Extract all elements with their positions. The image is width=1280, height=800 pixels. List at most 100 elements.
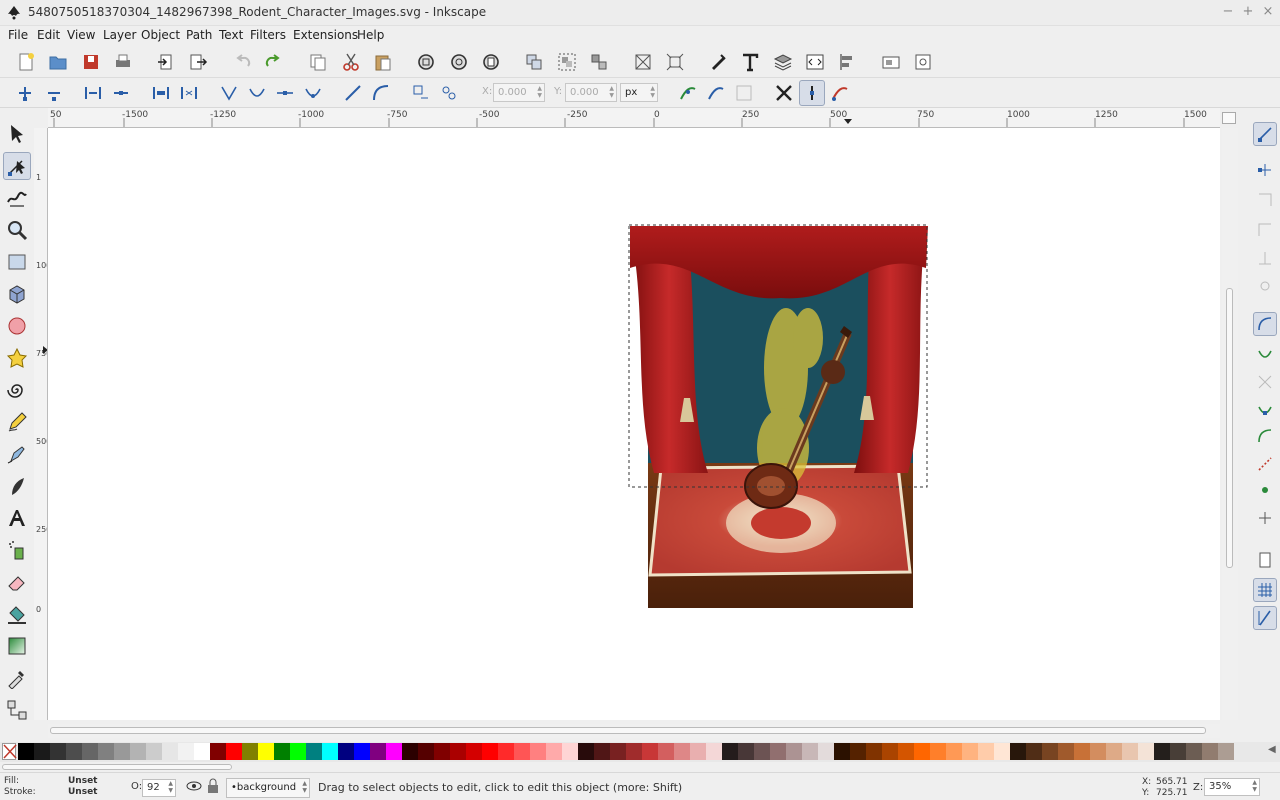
minimize-button[interactable]: − xyxy=(1219,3,1237,21)
snap-smooth-nodes-icon[interactable] xyxy=(1253,424,1277,448)
color-swatch[interactable] xyxy=(834,743,850,760)
vertical-scroll-thumb[interactable] xyxy=(1226,288,1233,568)
new-document-icon[interactable] xyxy=(13,49,39,75)
gradient-tool-icon[interactable] xyxy=(3,632,31,660)
align-distribute-icon[interactable] xyxy=(630,49,656,75)
show-transform-handles-icon[interactable] xyxy=(731,80,757,106)
color-swatch[interactable] xyxy=(338,743,354,760)
stroke-value[interactable]: Unset xyxy=(68,787,97,797)
color-swatch[interactable] xyxy=(482,743,498,760)
color-swatch[interactable] xyxy=(50,743,66,760)
pen-tool-icon[interactable] xyxy=(3,440,31,468)
calligraphy-tool-icon[interactable] xyxy=(3,472,31,500)
symmetric-node-icon[interactable] xyxy=(272,80,298,106)
open-document-icon[interactable] xyxy=(45,49,71,75)
color-swatch[interactable] xyxy=(514,743,530,760)
color-swatch[interactable] xyxy=(1138,743,1154,760)
snap-bbox-centers-icon[interactable] xyxy=(1253,274,1277,298)
x-coordinate-field[interactable]: 0.000 ▲ ▼ xyxy=(493,83,545,102)
tweak-tool-icon[interactable] xyxy=(3,184,31,212)
visibility-eye-icon[interactable] xyxy=(186,779,202,796)
stroke-to-path-icon[interactable] xyxy=(436,80,462,106)
color-swatch[interactable] xyxy=(690,743,706,760)
dropper-tool-icon[interactable] xyxy=(3,664,31,692)
snap-bbox-corners-icon[interactable] xyxy=(1253,218,1277,242)
color-swatch[interactable] xyxy=(66,743,82,760)
color-swatch[interactable] xyxy=(1042,743,1058,760)
zoom-drawing-icon[interactable] xyxy=(446,49,472,75)
cut-icon[interactable] xyxy=(338,49,364,75)
color-swatch[interactable] xyxy=(786,743,802,760)
color-swatch[interactable] xyxy=(674,743,690,760)
color-swatch[interactable] xyxy=(1218,743,1234,760)
snap-bbox-midpoints-icon[interactable] xyxy=(1253,246,1277,270)
pencil-tool-icon[interactable] xyxy=(3,408,31,436)
close-button[interactable]: × xyxy=(1259,3,1277,21)
color-swatch[interactable] xyxy=(322,743,338,760)
color-swatch[interactable] xyxy=(866,743,882,760)
drawing-canvas[interactable] xyxy=(48,128,1220,720)
color-swatch[interactable] xyxy=(1010,743,1026,760)
color-swatch[interactable] xyxy=(242,743,258,760)
color-swatch[interactable] xyxy=(114,743,130,760)
color-swatch[interactable] xyxy=(498,743,514,760)
snap-line-midpoints-icon[interactable] xyxy=(1253,452,1277,476)
color-swatch[interactable] xyxy=(722,743,738,760)
color-swatch[interactable] xyxy=(210,743,226,760)
segment-to-curve-icon[interactable] xyxy=(368,80,394,106)
color-swatch[interactable] xyxy=(658,743,674,760)
menu-filters[interactable]: Filters xyxy=(250,28,286,42)
xml-editor-icon[interactable] xyxy=(802,49,828,75)
spiral-tool-icon[interactable] xyxy=(3,376,31,404)
cusp-node-icon[interactable] xyxy=(216,80,242,106)
snap-toggle-icon[interactable] xyxy=(1253,122,1277,146)
opacity-field[interactable]: 92 ▲ ▼ xyxy=(142,779,176,797)
color-swatch[interactable] xyxy=(962,743,978,760)
color-swatch[interactable] xyxy=(1090,743,1106,760)
paste-icon[interactable] xyxy=(370,49,396,75)
palette-menu-icon[interactable]: ◀ xyxy=(1268,744,1276,755)
color-swatch[interactable] xyxy=(306,743,322,760)
redo-icon[interactable] xyxy=(260,49,286,75)
palette-scroll-thumb[interactable] xyxy=(2,764,232,770)
save-document-icon[interactable] xyxy=(78,49,104,75)
snap-bbox-edges-icon[interactable] xyxy=(1253,188,1277,212)
palette-scrollbar[interactable] xyxy=(0,762,1280,772)
stage-illustration[interactable] xyxy=(48,128,1220,720)
preferences-icon[interactable] xyxy=(910,49,936,75)
color-swatch[interactable] xyxy=(290,743,306,760)
color-swatch[interactable] xyxy=(1202,743,1218,760)
edit-clip-path-icon[interactable] xyxy=(675,80,701,106)
color-swatch[interactable] xyxy=(450,743,466,760)
text-font-icon[interactable] xyxy=(737,49,763,75)
selector-tool-icon[interactable] xyxy=(3,120,31,148)
menu-text[interactable]: Text xyxy=(219,28,243,42)
color-swatch[interactable] xyxy=(34,743,50,760)
snap-nodes-icon[interactable] xyxy=(1253,312,1277,336)
snap-rotation-center-icon[interactable] xyxy=(1253,506,1277,530)
snap-cusp-nodes-icon[interactable] xyxy=(1253,398,1277,422)
delete-node-icon[interactable] xyxy=(41,80,67,106)
color-swatch[interactable] xyxy=(98,743,114,760)
next-path-effect-icon[interactable] xyxy=(827,80,853,106)
insert-node-icon[interactable] xyxy=(12,80,38,106)
color-swatch[interactable] xyxy=(626,743,642,760)
snap-bbox-icon[interactable] xyxy=(1253,158,1277,182)
text-tool-icon[interactable] xyxy=(3,504,31,532)
paint-bucket-tool-icon[interactable] xyxy=(3,600,31,628)
join-segment-icon[interactable] xyxy=(148,80,174,106)
show-handles-icon[interactable] xyxy=(771,80,797,106)
undo-icon[interactable] xyxy=(230,49,256,75)
color-swatch[interactable] xyxy=(578,743,594,760)
color-swatch[interactable] xyxy=(370,743,386,760)
color-swatch[interactable] xyxy=(898,743,914,760)
menu-file[interactable]: File xyxy=(8,28,28,42)
align-objects-icon[interactable] xyxy=(834,49,860,75)
vertical-ruler[interactable]: 1 1000 750 500 250 0 xyxy=(34,128,48,720)
star-tool-icon[interactable] xyxy=(3,344,31,372)
color-swatch[interactable] xyxy=(402,743,418,760)
color-swatch[interactable] xyxy=(850,743,866,760)
join-nodes-icon[interactable] xyxy=(80,80,106,106)
color-swatch[interactable] xyxy=(226,743,242,760)
menu-edit[interactable]: Edit xyxy=(37,28,60,42)
